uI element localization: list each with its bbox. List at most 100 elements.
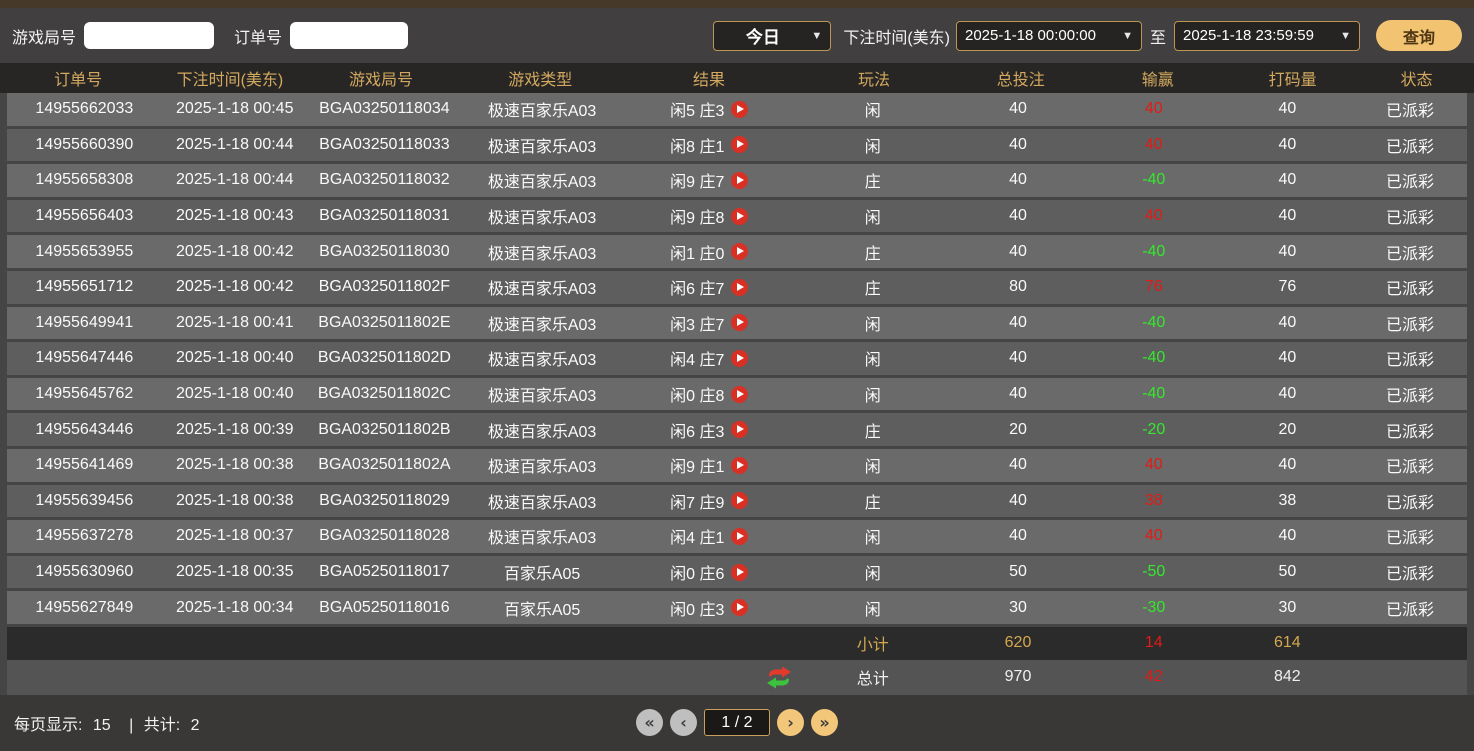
cell-rolling: 40 [1222, 207, 1353, 225]
cell-type: 极速百家乐A03 [461, 382, 623, 406]
subtotal-bet: 620 [950, 634, 1086, 652]
cell-bet: 40 [950, 314, 1086, 332]
query-button[interactable]: 查询 [1376, 20, 1462, 51]
result-text: 闲6 庄3 [670, 418, 724, 442]
end-time-select[interactable]: 2025-1-18 23:59:59 ▼ [1174, 21, 1360, 51]
per-page-value: 15 [93, 717, 111, 734]
cell-win: 40 [1086, 527, 1222, 545]
cell-play: 闲 [795, 382, 950, 406]
play-icon[interactable] [731, 421, 748, 438]
cell-win: -20 [1086, 421, 1222, 439]
pagination: 1 / 2 [636, 709, 838, 736]
cell-win: 40 [1086, 100, 1222, 118]
cell-time: 2025-1-18 00:39 [162, 421, 308, 439]
cell-round: BGA0325011802C [308, 385, 461, 403]
play-icon[interactable] [731, 314, 748, 331]
game-round-input[interactable] [84, 22, 214, 49]
cell-round: BGA0325011802B [308, 421, 461, 439]
result-text: 闲0 庄8 [670, 382, 724, 406]
cell-type: 百家乐A05 [461, 596, 623, 620]
cell-win: -40 [1086, 243, 1222, 261]
column-header: 总投注 [952, 66, 1089, 90]
result-text: 闲9 庄8 [670, 204, 724, 228]
result-text: 闲9 庄1 [670, 453, 724, 477]
result-text: 闲4 庄7 [670, 346, 724, 370]
cell-win: 40 [1086, 456, 1222, 474]
result-text: 闲6 庄7 [670, 275, 724, 299]
play-icon[interactable] [731, 492, 748, 509]
column-header: 游戏类型 [458, 66, 622, 90]
cell-play: 闲 [795, 133, 950, 157]
table-row: 149556457622025-1-18 00:40BGA0325011802C… [7, 378, 1467, 414]
cell-time: 2025-1-18 00:34 [162, 599, 308, 617]
cell-play: 庄 [795, 489, 950, 513]
cell-status: 已派彩 [1353, 346, 1467, 370]
column-header: 下注时间(美东) [156, 66, 303, 90]
cell-round: BGA0325011802E [308, 314, 461, 332]
cell-time: 2025-1-18 00:40 [162, 349, 308, 367]
cell-result: 闲0 庄6 [623, 560, 795, 584]
play-icon[interactable] [731, 101, 748, 118]
cell-bet: 40 [950, 385, 1086, 403]
cell-win: 40 [1086, 207, 1222, 225]
table-body: 149556620332025-1-18 00:45BGA03250118034… [0, 93, 1474, 695]
cell-play: 庄 [795, 275, 950, 299]
cell-bet: 40 [950, 492, 1086, 510]
table-row: 149556309602025-1-18 00:35BGA05250118017… [7, 556, 1467, 592]
cell-win: 38 [1086, 492, 1222, 510]
cell-play: 闲 [795, 560, 950, 584]
cell-bet: 20 [950, 421, 1086, 439]
cell-result: 闲6 庄3 [623, 418, 795, 442]
cell-status: 已派彩 [1353, 275, 1467, 299]
chevron-down-icon: ▼ [1332, 30, 1351, 42]
cell-play: 闲 [795, 453, 950, 477]
cell-round: BGA03250118029 [308, 492, 461, 510]
cell-time: 2025-1-18 00:44 [162, 171, 308, 189]
cell-rolling: 40 [1222, 527, 1353, 545]
first-page-button[interactable] [636, 709, 663, 736]
next-page-button[interactable] [777, 709, 804, 736]
cell-type: 极速百家乐A03 [461, 524, 623, 548]
cell-type: 极速百家乐A03 [461, 275, 623, 299]
subtotal-row: 小计 620 14 614 [7, 627, 1467, 660]
column-header: 订单号 [0, 66, 156, 90]
play-icon[interactable] [731, 172, 748, 189]
cell-result: 闲9 庄1 [623, 453, 795, 477]
quick-range-select[interactable]: 今日 ▼ [713, 21, 831, 51]
prev-page-button[interactable] [670, 709, 697, 736]
cell-status: 已派彩 [1353, 560, 1467, 584]
table-row: 149556603902025-1-18 00:44BGA03250118033… [7, 129, 1467, 165]
refresh-swap-icon[interactable] [765, 666, 793, 689]
table-row: 149556414692025-1-18 00:38BGA0325011802A… [7, 449, 1467, 485]
cell-bet: 50 [950, 563, 1086, 581]
cell-round: BGA05250118016 [308, 599, 461, 617]
table-row: 149556620332025-1-18 00:45BGA03250118034… [7, 93, 1467, 129]
quick-range-value: 今日 [722, 23, 803, 48]
play-icon[interactable] [731, 208, 748, 225]
order-no-input[interactable] [290, 22, 408, 49]
cell-time: 2025-1-18 00:40 [162, 385, 308, 403]
cell-status: 已派彩 [1353, 382, 1467, 406]
cell-win: -40 [1086, 385, 1222, 403]
play-icon[interactable] [731, 386, 748, 403]
order-no-label: 订单号 [234, 24, 282, 48]
play-icon[interactable] [731, 528, 748, 545]
play-icon[interactable] [731, 136, 748, 153]
total-count-label: 共计: [144, 717, 180, 734]
play-icon[interactable] [731, 279, 748, 296]
last-page-button[interactable] [811, 709, 838, 736]
start-time-select[interactable]: 2025-1-18 00:00:00 ▼ [956, 21, 1142, 51]
cell-rolling: 40 [1222, 243, 1353, 261]
cell-result: 闲9 庄7 [623, 168, 795, 192]
cell-order: 14955660390 [7, 136, 162, 154]
play-icon[interactable] [731, 457, 748, 474]
play-icon[interactable] [731, 599, 748, 616]
cell-result: 闲4 庄7 [623, 346, 795, 370]
cell-bet: 40 [950, 456, 1086, 474]
play-icon[interactable] [731, 350, 748, 367]
cell-round: BGA0325011802D [308, 349, 461, 367]
cell-status: 已派彩 [1353, 168, 1467, 192]
play-icon[interactable] [731, 243, 748, 260]
play-icon[interactable] [731, 564, 748, 581]
cell-play: 闲 [795, 524, 950, 548]
